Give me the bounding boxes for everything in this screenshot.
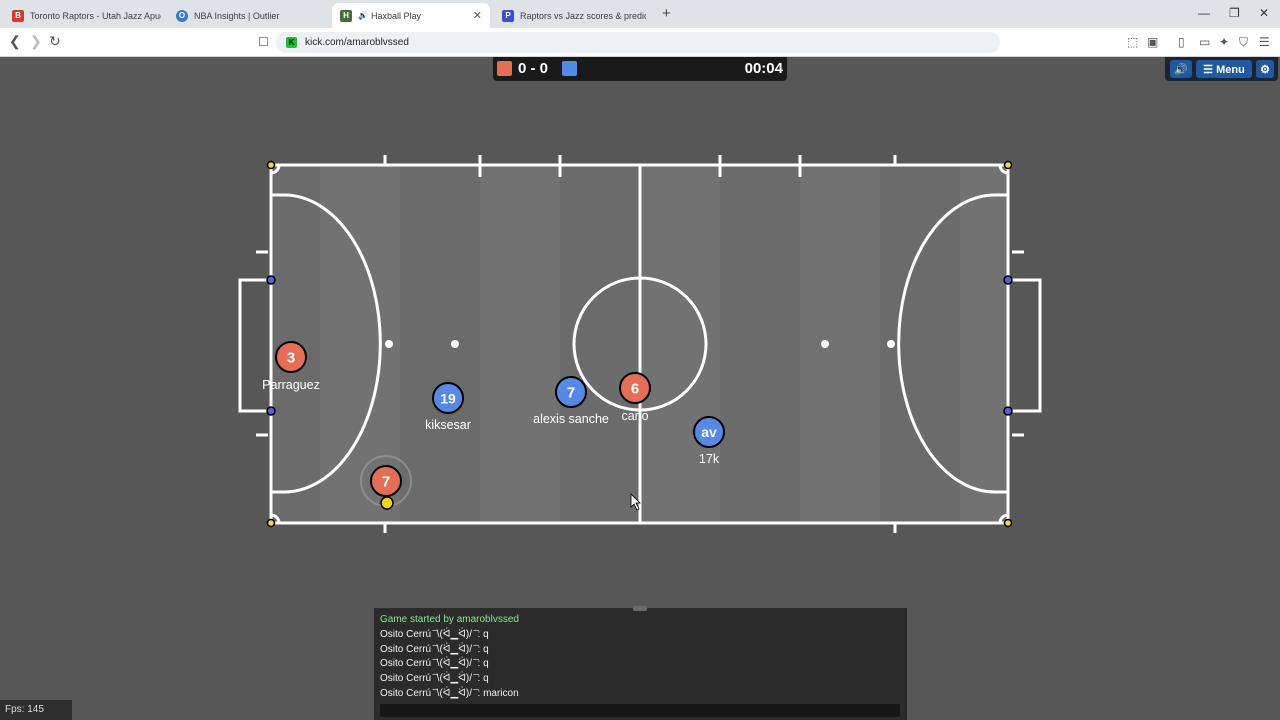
player-name: 17k: [699, 452, 720, 466]
scoreboard: 0 - 0 00:04: [493, 57, 787, 81]
score: 0 - 0: [518, 60, 549, 77]
chat-message: Osito Cerrú ̄ ̄\(ᐛ▁ᐛ)/ ̄ ̄: q: [380, 658, 489, 670]
player-avatar: 7: [382, 474, 390, 491]
chat-message: Osito Cerrú ̄ ̄\(ᐛ▁ᐛ)/ ̄ ̄: q: [380, 673, 489, 685]
player-avatar: 19: [440, 391, 456, 407]
player-avatar: 7: [567, 385, 575, 402]
player-carlo: 6 carlo: [619, 372, 651, 423]
player-name: kiksesar: [425, 418, 471, 432]
chat-message: Osito Cerrú ̄ ̄\(ᐛ▁ᐛ)/ ̄ ̄: q: [380, 628, 489, 640]
ball: [380, 496, 394, 510]
chat-panel: Game started by amaroblvssed Osito Cerrú…: [374, 606, 907, 720]
chat-log: Game started by amaroblvssed Osito Cerrú…: [380, 613, 519, 702]
chat-message: Osito Cerrú ̄ ̄\(ᐛ▁ᐛ)/ ̄ ̄: maricon: [380, 687, 519, 699]
chat-resize-handle[interactable]: [633, 606, 647, 611]
fps-counter: Fps: 145: [0, 700, 72, 720]
settings-gear-icon[interactable]: ⚙: [1256, 60, 1274, 78]
player-avatar: 6: [631, 381, 639, 398]
menu-button[interactable]: ☰ Menu: [1196, 60, 1252, 78]
player-avatar: 3: [287, 350, 295, 367]
chat-input[interactable]: [380, 704, 900, 717]
game-timer: 00:04: [744, 60, 783, 77]
sound-toggle-button[interactable]: 🔊: [1170, 60, 1192, 78]
chat-system-message: Game started by amaroblvssed: [380, 614, 519, 625]
player-name: carlo: [621, 409, 648, 423]
game-menu-bar: 🔊 ☰ Menu ⚙: [1165, 57, 1278, 81]
red-team-icon: [497, 61, 512, 76]
chat-message: Osito Cerrú ̄ ̄\(ᐛ▁ᐛ)/ ̄ ̄: q: [380, 643, 489, 655]
player-name: Parraguez: [262, 378, 320, 392]
blue-team-icon: [562, 61, 577, 76]
player-avatar: av: [701, 424, 717, 440]
player-name: alexis sanche: [533, 412, 609, 426]
